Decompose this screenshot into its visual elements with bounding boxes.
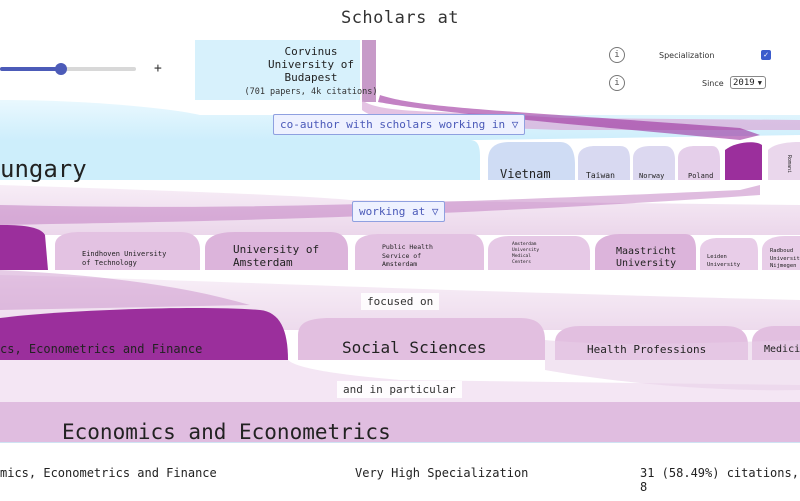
institution-line: University of — [233, 243, 320, 256]
inst0-dark-cap — [0, 225, 48, 270]
specialization-label: Specialization — [659, 51, 715, 60]
institution-eindhoven[interactable]: Eindhoven University of Technology — [82, 250, 166, 268]
country-vietnam[interactable]: Vietnam — [500, 167, 551, 181]
country-romania[interactable]: Romani — [786, 155, 792, 173]
institution-stats: (701 papers, 4k citations) — [244, 87, 378, 97]
institution-line: of Technology — [82, 259, 137, 267]
institution-line: Centers — [512, 260, 531, 265]
institution-name-line: Budapest — [284, 71, 338, 84]
since-label: Since — [702, 79, 724, 88]
institution-line: Amsterdam — [382, 260, 418, 268]
institution-radboud[interactable]: Radboud Universit Nijmegen — [770, 248, 800, 271]
info-icon[interactable]: i — [609, 47, 625, 63]
subfield-economics-econometrics[interactable]: Economics and Econometrics — [62, 420, 391, 444]
institution-line: Maastricht — [616, 246, 677, 257]
working-at-button[interactable]: working at ▽ — [352, 201, 446, 222]
institution-public-health[interactable]: Public Health Service of Amsterdam — [382, 243, 433, 269]
specialization-checkbox[interactable]: ✓ — [761, 50, 771, 60]
coauthor-button[interactable]: co-author with scholars working in ▽ — [273, 114, 526, 135]
institution-line: University — [707, 261, 741, 268]
footer-specialization: Very High Specialization — [355, 466, 529, 480]
since-select[interactable]: 2019 ▼ — [730, 76, 766, 89]
footer-field: mics, Econometrics and Finance — [0, 466, 217, 480]
since-select-value: 2019 — [733, 78, 755, 88]
institution-line: Radboud — [770, 248, 794, 254]
footer-citations: 31 (58.49%) citations, 8 — [640, 466, 799, 494]
romania-cap — [768, 142, 800, 180]
country-poland[interactable]: Poland — [688, 172, 713, 180]
institution-name[interactable]: Corvinus University of Budapest — [236, 45, 386, 84]
field-social-sciences[interactable]: Social Sciences — [342, 338, 487, 357]
particular-label: and in particular — [337, 381, 462, 398]
slider-fill — [0, 67, 62, 71]
institution-line: University — [616, 258, 677, 269]
focused-on-label: focused on — [361, 293, 440, 310]
institution-line: Eindhoven University — [82, 250, 167, 258]
institution-maastricht[interactable]: Maastricht University — [616, 246, 676, 270]
country-hungary[interactable]: ungary — [0, 155, 87, 183]
institution-name-line: Corvinus — [284, 45, 338, 58]
info-icon[interactable]: i — [609, 75, 625, 91]
institution-line: Amsterdam — [233, 256, 293, 269]
institution-line: Leiden — [707, 254, 727, 260]
country-taiwan[interactable]: Taiwan — [586, 171, 615, 180]
institution-line: Nijmegen — [770, 263, 797, 269]
chevron-down-icon: ▼ — [757, 79, 762, 87]
country-norway[interactable]: Norway — [639, 172, 664, 180]
institution-line: Public Health — [382, 243, 433, 251]
institution-line: Universit — [770, 255, 800, 262]
page-title: Scholars at — [340, 8, 460, 28]
zoom-in-button[interactable]: + — [154, 61, 162, 76]
romania-dark-cap — [725, 142, 762, 180]
institution-leiden[interactable]: Leiden University — [707, 254, 740, 269]
institution-amsterdam-umc[interactable]: Amsterdam University Medical Centers — [512, 242, 539, 266]
institution-amsterdam[interactable]: University of Amsterdam — [233, 243, 319, 269]
field-economics-finance[interactable]: cs, Econometrics and Finance — [0, 342, 202, 356]
institution-name-line: University of — [267, 58, 355, 71]
institution-line: Service of — [382, 251, 422, 260]
field-medicine[interactable]: Medicin — [764, 344, 800, 355]
field-health-professions[interactable]: Health Professions — [587, 343, 706, 356]
